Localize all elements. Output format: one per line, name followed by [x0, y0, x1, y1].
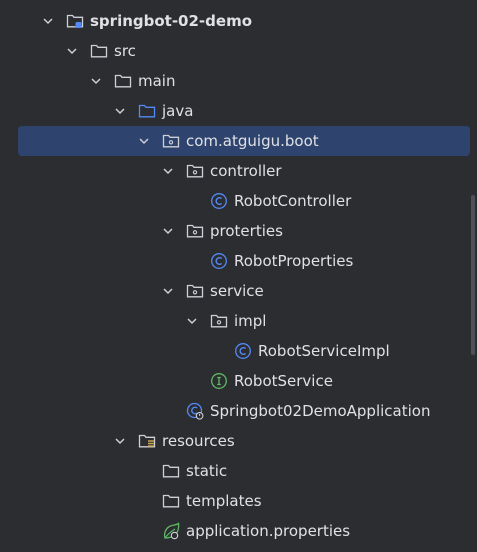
chevron-down-icon[interactable] [42, 15, 54, 27]
tree-node-label: templates [186, 492, 262, 510]
package-icon [162, 134, 180, 148]
chevron-down-icon[interactable] [162, 285, 174, 297]
folder-icon [162, 494, 180, 508]
spring-boot-class-icon [186, 402, 204, 420]
tree-node-robot-properties[interactable]: RobotProperties [0, 246, 470, 276]
tree-node-label: controller [210, 162, 282, 180]
tree-node-label: resources [162, 432, 235, 450]
tree-node-label: service [210, 282, 264, 300]
project-tree: springbot-02-demo src main java com.atgu… [0, 0, 477, 552]
tree-node-controller[interactable]: controller [0, 156, 470, 186]
tree-node-label: com.atguigu.boot [186, 132, 319, 150]
tree-node-label: springbot-02-demo [90, 12, 253, 30]
package-icon [186, 164, 204, 178]
tree-node-src[interactable]: src [0, 36, 470, 66]
tree-node-label: static [186, 462, 228, 480]
tree-node-templates[interactable]: templates [0, 486, 470, 516]
package-icon [186, 284, 204, 298]
tree-node-label: src [114, 42, 136, 60]
folder-icon [162, 464, 180, 478]
chevron-down-icon[interactable] [114, 105, 126, 117]
tree-node-application-properties[interactable]: application.properties [0, 516, 470, 546]
package-icon [186, 224, 204, 238]
source-root-folder-icon [138, 104, 156, 118]
folder-icon [114, 74, 132, 88]
tree-node-label: java [162, 102, 194, 120]
tree-node-label: Springbot02DemoApplication [210, 402, 431, 420]
tree-node-robot-service-impl[interactable]: RobotServiceImpl [0, 336, 470, 366]
tree-node-label: RobotProperties [234, 252, 354, 270]
tree-node-label: impl [234, 312, 267, 330]
folder-icon [90, 44, 108, 58]
vertical-scrollbar[interactable] [471, 195, 475, 355]
tree-node-main[interactable]: main [0, 66, 470, 96]
chevron-down-icon[interactable] [162, 165, 174, 177]
tree-node-impl[interactable]: impl [0, 306, 470, 336]
tree-node-label: application.properties [186, 522, 351, 540]
package-icon [210, 314, 228, 328]
chevron-down-icon[interactable] [114, 435, 126, 447]
module-folder-icon [66, 14, 84, 28]
tree-node-static[interactable]: static [0, 456, 470, 486]
tree-node-proterties[interactable]: proterties [0, 216, 470, 246]
tree-node-robot-controller[interactable]: RobotController [0, 186, 470, 216]
tree-node-label: proterties [210, 222, 283, 240]
tree-node-label: RobotController [234, 192, 352, 210]
tree-node-robot-service[interactable]: RobotService [0, 366, 470, 396]
spring-properties-icon [163, 522, 180, 540]
chevron-down-icon[interactable] [90, 75, 102, 87]
tree-node-springbot02-demo-application[interactable]: Springbot02DemoApplication [0, 396, 470, 426]
tree-node-label: RobotServiceImpl [258, 342, 390, 360]
class-icon [211, 193, 227, 209]
tree-node-label: main [138, 72, 176, 90]
class-icon [235, 343, 251, 359]
chevron-down-icon[interactable] [162, 225, 174, 237]
chevron-down-icon[interactable] [138, 135, 150, 147]
tree-node-service[interactable]: service [0, 276, 470, 306]
tree-node-resources[interactable]: resources [0, 426, 470, 456]
resources-folder-icon [138, 434, 156, 448]
tree-node-com-atguigu-boot[interactable]: com.atguigu.boot [18, 126, 470, 156]
class-icon [211, 253, 227, 269]
chevron-down-icon[interactable] [186, 315, 198, 327]
tree-node-java[interactable]: java [0, 96, 470, 126]
chevron-down-icon[interactable] [66, 45, 78, 57]
interface-icon [211, 373, 227, 389]
tree-node-label: RobotService [234, 372, 333, 390]
tree-node-springbot-02-demo[interactable]: springbot-02-demo [0, 6, 470, 36]
